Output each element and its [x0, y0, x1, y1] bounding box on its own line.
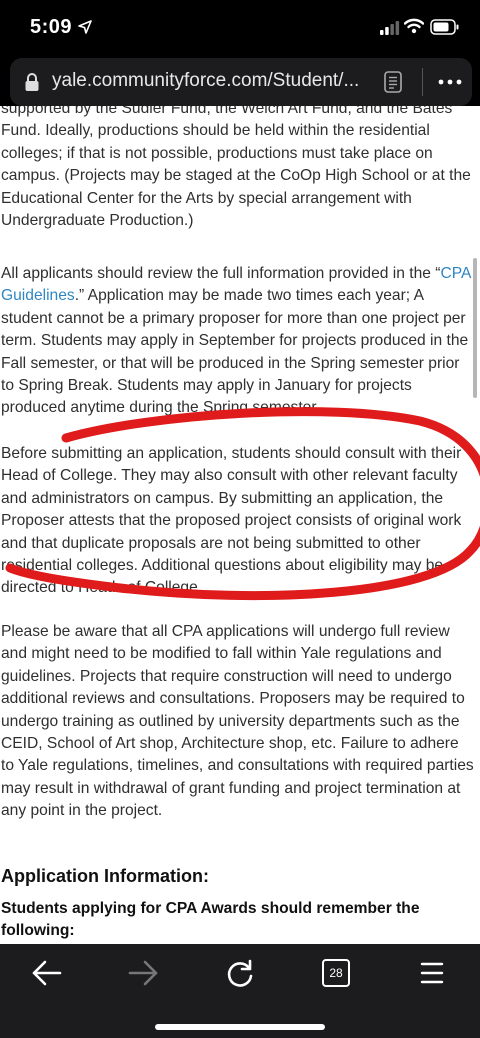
paragraph-guidelines: All applicants should review the full in…	[1, 263, 475, 420]
status-bar: 5:09	[0, 0, 480, 58]
menu-icon[interactable]	[418, 958, 458, 998]
paragraph-guidelines-start: All applicants should review the full in…	[1, 265, 441, 282]
application-info-heading: Application Information:	[1, 866, 209, 886]
scroll-indicator[interactable]	[473, 258, 477, 398]
application-info-subheading: Students applying for CPA Awards should …	[1, 900, 420, 939]
wifi-icon	[403, 18, 425, 39]
more-icon[interactable]	[436, 68, 464, 103]
web-content[interactable]: supported by the Sudler Fund, the Welch …	[0, 106, 480, 944]
battery-icon	[430, 19, 460, 40]
tabs-icon[interactable]: 28	[322, 959, 350, 987]
browser-toolbar: 28	[0, 944, 480, 1038]
status-time: 5:09	[30, 16, 73, 38]
url-divider	[422, 68, 423, 96]
home-indicator[interactable]	[155, 1024, 325, 1030]
paragraph-funding: supported by the Sudler Fund, the Welch …	[1, 106, 471, 230]
reader-icon[interactable]	[384, 71, 402, 98]
signal-icon	[380, 21, 400, 40]
paragraph-consult: Before submitting an application, studen…	[1, 445, 462, 597]
forward-icon[interactable]	[126, 958, 166, 998]
paragraph-review: Please be aware that all CPA application…	[1, 623, 474, 820]
reload-icon[interactable]	[224, 958, 264, 998]
url-text[interactable]: yale.communityforce.com/Student/...	[52, 70, 359, 92]
back-icon[interactable]	[30, 958, 70, 998]
paragraph-guidelines-rest: .” Application may be made two times eac…	[1, 287, 469, 417]
address-bar[interactable]: yale.communityforce.com/Student/...	[10, 58, 472, 106]
location-arrow-icon	[78, 20, 92, 39]
lock-icon	[24, 72, 40, 97]
